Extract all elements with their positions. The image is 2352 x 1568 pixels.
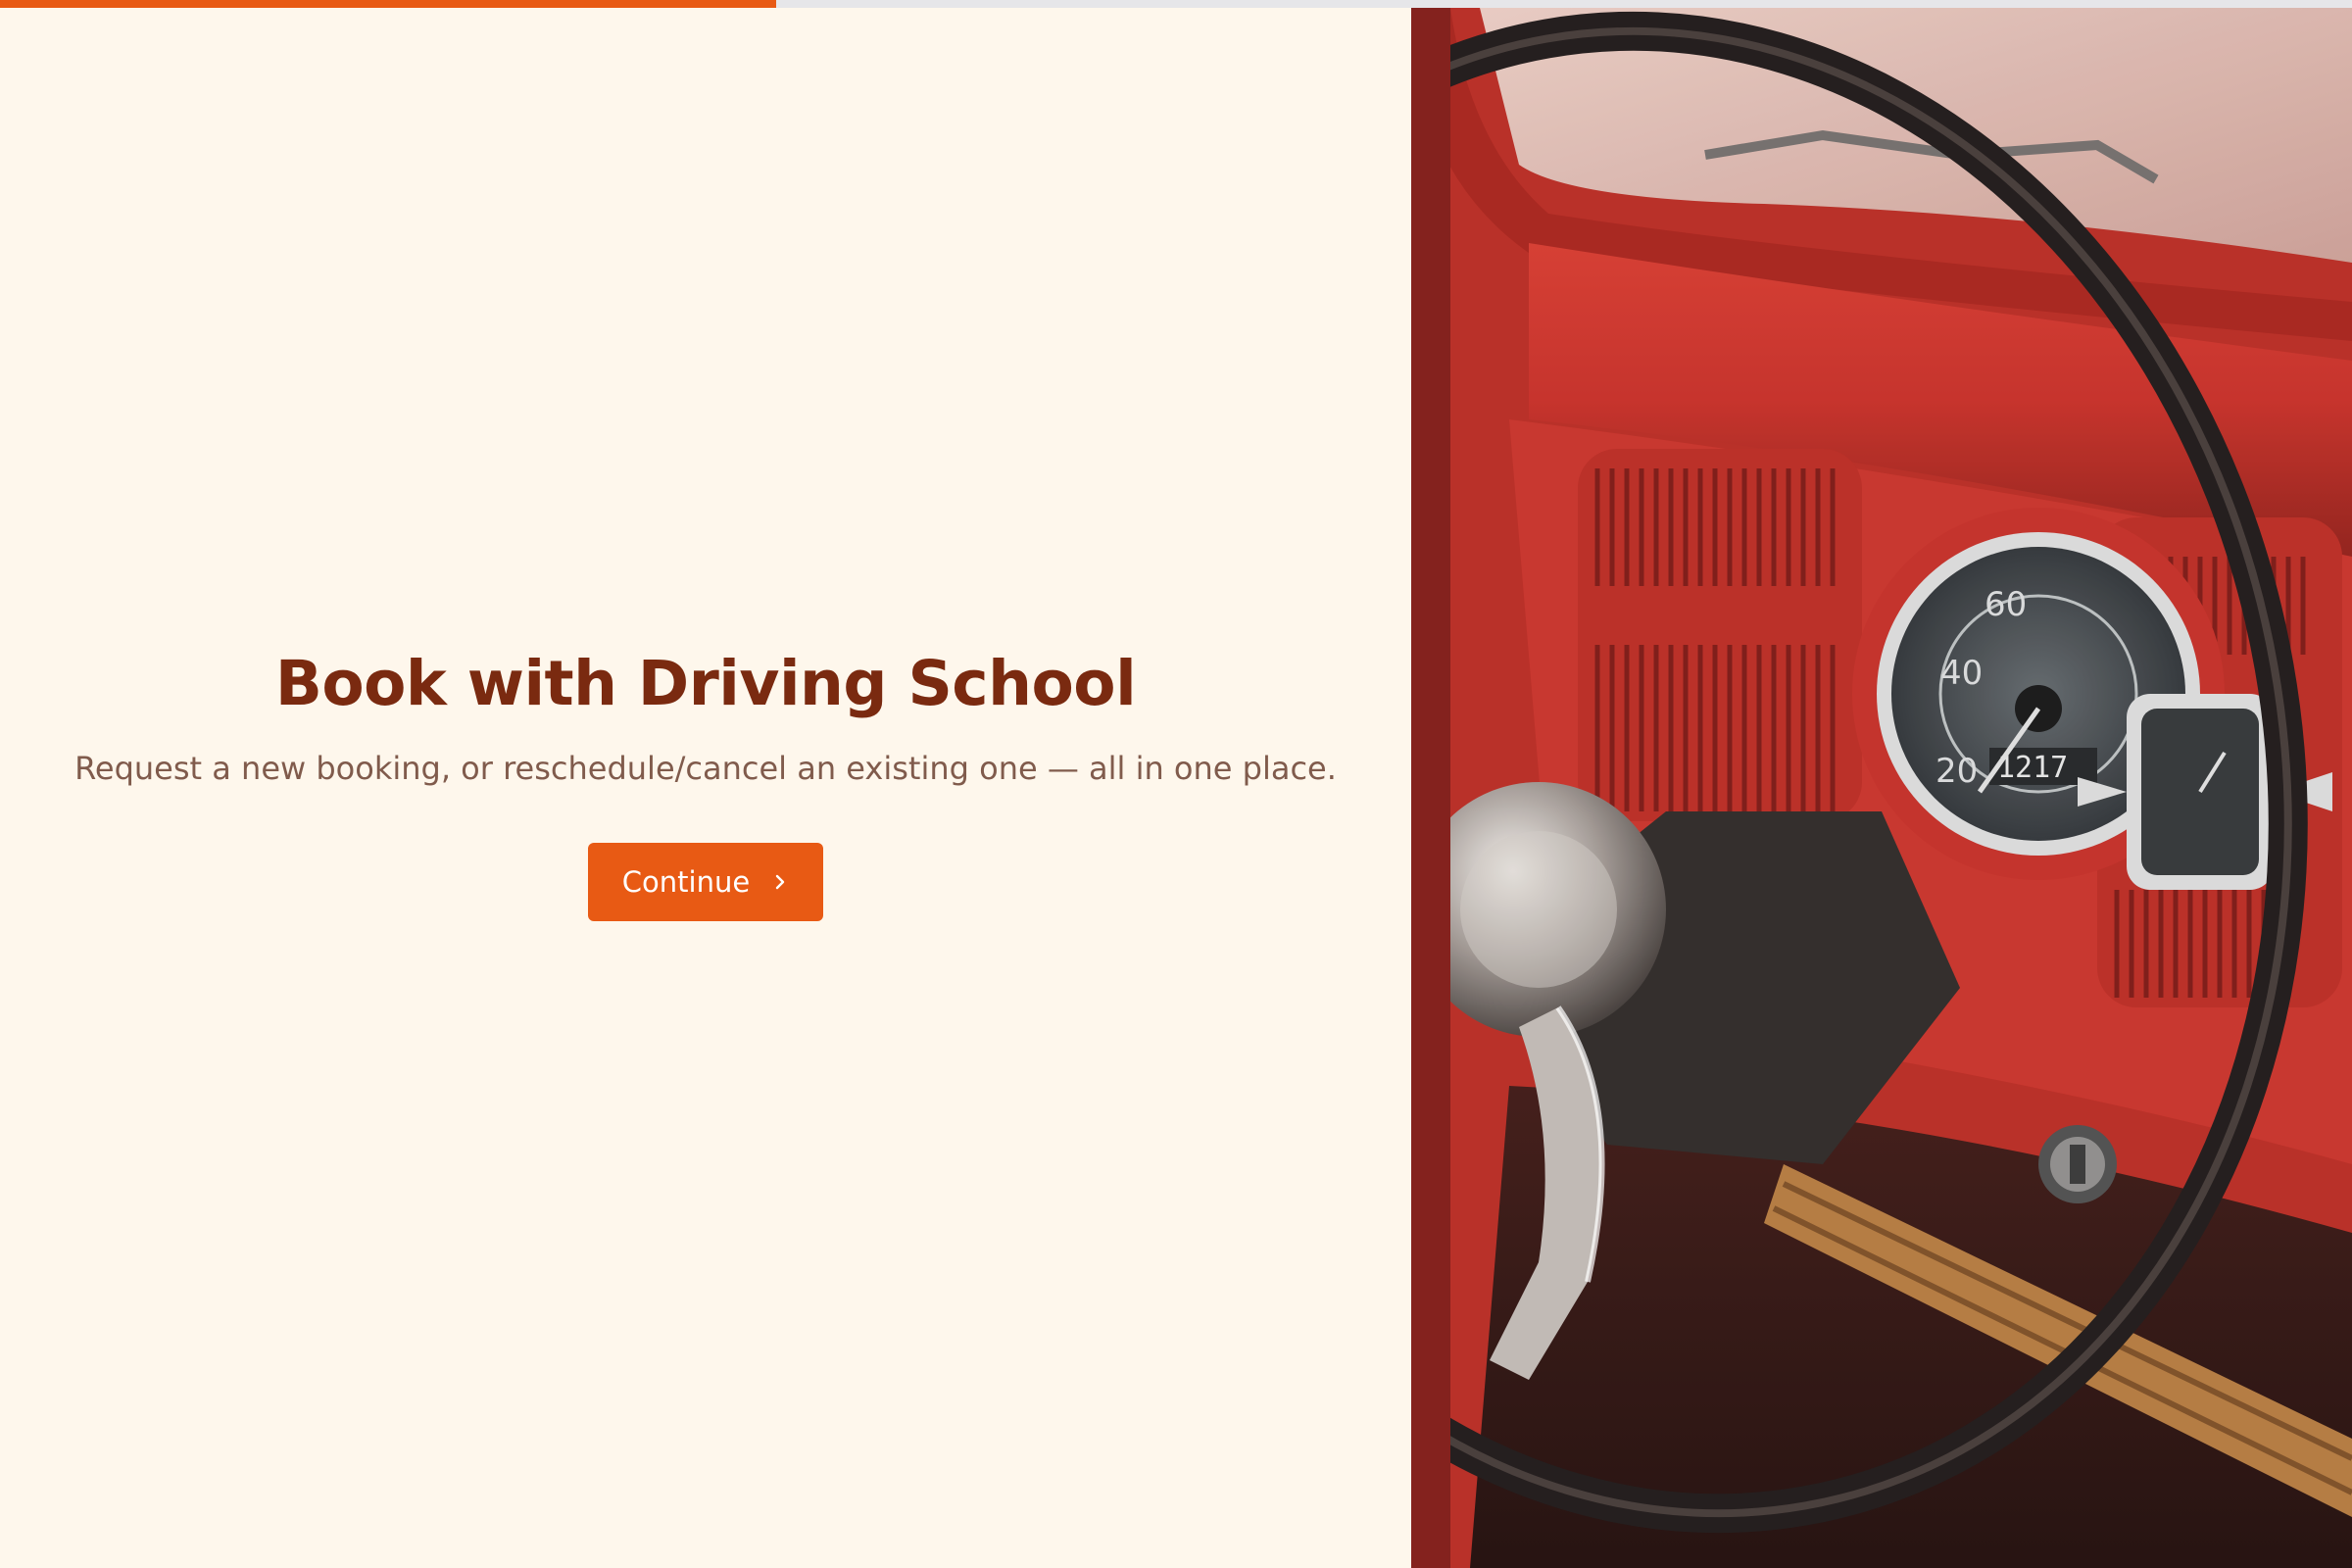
car-dashboard-photo: 60 40 20 1217 [1411,8,2352,1568]
hero-image: 60 40 20 1217 [1411,8,2352,1568]
intro-panel: Book with Driving School Request a new b… [0,8,1411,1568]
progress-bar [0,0,2352,8]
chevron-right-icon [776,874,785,890]
continue-button[interactable]: Continue [588,843,823,921]
page-title: Book with Driving School [274,648,1137,719]
progress-bar-fill [0,0,776,8]
page-subtitle: Request a new booking, or reschedule/can… [74,750,1337,787]
continue-button-label: Continue [621,865,751,899]
